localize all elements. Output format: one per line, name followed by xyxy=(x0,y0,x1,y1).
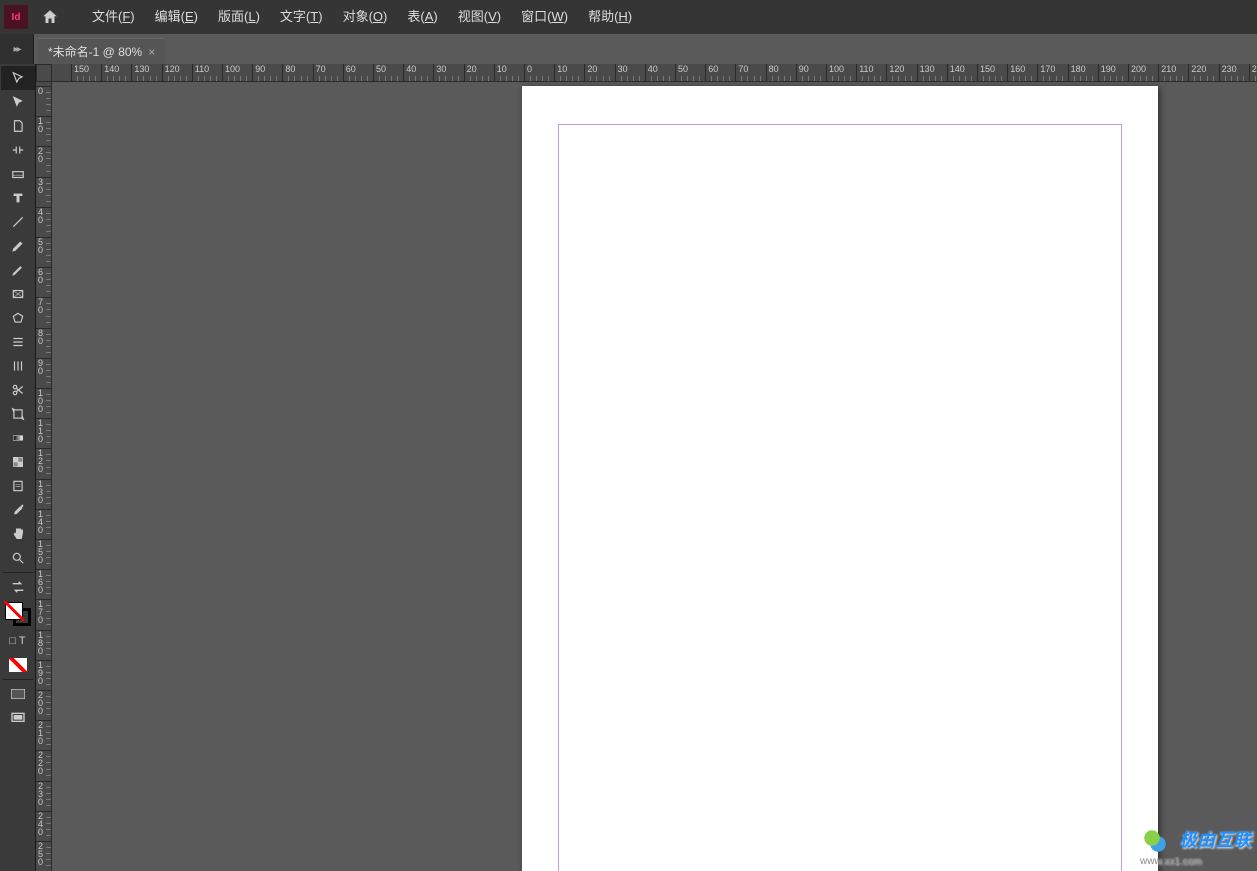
tool-rectangle-frame[interactable] xyxy=(1,282,35,306)
fill-stroke-control[interactable] xyxy=(1,599,35,629)
tool-page[interactable] xyxy=(1,114,35,138)
menu-o[interactable]: 对象(O) xyxy=(333,0,398,34)
formatting-affects[interactable]: □ T xyxy=(1,629,35,653)
screen-mode-icon[interactable] xyxy=(1,706,35,730)
close-tab-icon[interactable]: × xyxy=(148,39,155,65)
swap-fill-stroke-icon[interactable] xyxy=(1,575,35,599)
ruler-origin[interactable] xyxy=(36,64,52,82)
tool-note[interactable] xyxy=(1,474,35,498)
tool-gradient-feather[interactable] xyxy=(1,450,35,474)
menu-f[interactable]: 文件(F) xyxy=(82,0,145,34)
expand-icon: ▸▸ xyxy=(13,44,19,55)
document-tab[interactable]: *未命名-1 @ 80% × xyxy=(38,38,165,64)
tool-direct-selection[interactable] xyxy=(1,90,35,114)
tool-grid-h[interactable] xyxy=(1,330,35,354)
ruler-horizontal[interactable]: 1501401301201101009080706050403020100102… xyxy=(36,64,1257,82)
menu-h[interactable]: 帮助(H) xyxy=(578,0,642,34)
app-id-icon: Id xyxy=(4,5,28,29)
tool-pen[interactable] xyxy=(1,234,35,258)
tool-gradient-swatch[interactable] xyxy=(1,426,35,450)
menu-e[interactable]: 编辑(E) xyxy=(145,0,208,34)
tool-line[interactable] xyxy=(1,210,35,234)
document-page[interactable] xyxy=(522,86,1158,871)
menu-t[interactable]: 文字(T) xyxy=(270,0,333,34)
menu-a[interactable]: 表(A) xyxy=(397,0,447,34)
menubar: Id 文件(F)编辑(E)版面(L)文字(T)对象(O)表(A)视图(V)窗口(… xyxy=(0,0,1257,34)
tool-type[interactable] xyxy=(1,186,35,210)
margin-guide xyxy=(558,124,1122,871)
toolbox: □ T xyxy=(0,64,36,871)
tool-zoom[interactable] xyxy=(1,546,35,570)
tool-pencil[interactable] xyxy=(1,258,35,282)
ruler-vertical[interactable]: 0102030405060708090100110120130140150160… xyxy=(36,82,52,871)
tool-polygon[interactable] xyxy=(1,306,35,330)
home-icon[interactable] xyxy=(38,5,62,29)
tool-hand[interactable] xyxy=(1,522,35,546)
apply-none-icon[interactable] xyxy=(1,653,35,677)
menu-l[interactable]: 版面(L) xyxy=(208,0,270,34)
collapsed-panel-handle[interactable]: ▸▸ xyxy=(0,34,34,64)
menu-v[interactable]: 视图(V) xyxy=(448,0,511,34)
menu-w[interactable]: 窗口(W) xyxy=(511,0,578,34)
view-options-icon[interactable] xyxy=(1,682,35,706)
tool-free-transform[interactable] xyxy=(1,402,35,426)
tool-grid-v[interactable] xyxy=(1,354,35,378)
pasteboard[interactable] xyxy=(52,82,1257,871)
tool-eyedropper[interactable] xyxy=(1,498,35,522)
tool-content-collector[interactable] xyxy=(1,162,35,186)
document-tabbar: *未命名-1 @ 80% × xyxy=(38,38,165,64)
tool-gap[interactable] xyxy=(1,138,35,162)
tool-selection[interactable] xyxy=(1,66,35,90)
document-tab-title: *未命名-1 @ 80% xyxy=(48,39,142,65)
tool-scissors[interactable] xyxy=(1,378,35,402)
